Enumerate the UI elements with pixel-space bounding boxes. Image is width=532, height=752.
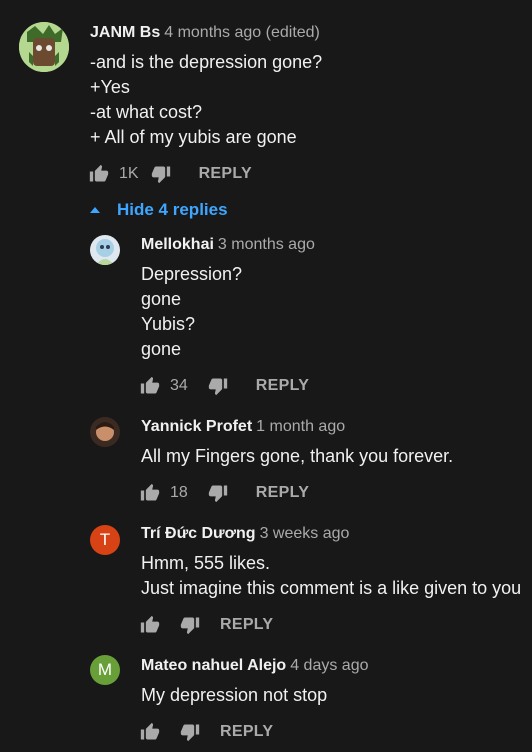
avatar[interactable] (90, 417, 120, 447)
comment-text: -and is the depression gone? +Yes -at wh… (90, 50, 322, 150)
thumbs-down-icon[interactable] (151, 164, 171, 184)
comment-header: JANM Bs 4 months ago (edited) (90, 24, 320, 42)
comment-header: Mellokhai 3 months ago (141, 236, 315, 254)
avatar-letter: T (99, 530, 111, 549)
thumbs-up-icon[interactable] (140, 376, 160, 396)
author-name[interactable]: Trí Đức Dương (141, 525, 256, 542)
timestamp[interactable]: 3 months ago (218, 236, 315, 253)
comment-line: Just imagine this comment is a like give… (141, 578, 522, 598)
like-count: 1K (119, 165, 139, 182)
timestamp[interactable]: 3 weeks ago (260, 525, 350, 542)
thumbs-down-icon[interactable] (180, 722, 200, 742)
comment-line: -at what cost? (90, 102, 203, 122)
comment-text: All my Fingers gone, thank you forever. (141, 444, 453, 469)
reply-button[interactable]: REPLY (220, 616, 273, 634)
thumbs-up-icon[interactable] (140, 722, 160, 742)
avatar-letter: M (97, 660, 113, 679)
reply-button[interactable]: REPLY (220, 723, 273, 741)
comment-actions: 18 REPLY (140, 481, 309, 505)
comment-actions: REPLY (140, 613, 273, 637)
comment-actions: REPLY (140, 720, 273, 744)
thumbs-down-icon[interactable] (208, 483, 228, 503)
author-name[interactable]: Mateo nahuel Alejo (141, 657, 286, 674)
comment-line: Yubis? (141, 314, 196, 334)
comment-line: gone (141, 289, 182, 309)
like-count: 18 (170, 484, 188, 501)
comment-line: All my Fingers gone, thank you forever. (141, 446, 454, 466)
reply-button[interactable]: REPLY (199, 165, 252, 183)
author-name[interactable]: JANM Bs (90, 24, 160, 41)
comment-line: My depression not stop (141, 685, 328, 705)
comment-line: Hmm, 555 likes. (141, 553, 271, 573)
comment-header: Trí Đức Dương 3 weeks ago (141, 525, 349, 543)
comment-line: + All of my yubis are gone (90, 127, 297, 147)
comment-line: -and is the depression gone? (90, 52, 323, 72)
thumbs-up-icon[interactable] (140, 483, 160, 503)
author-name[interactable]: Mellokhai (141, 236, 214, 253)
comment-header: Yannick Profet 1 month ago (141, 418, 345, 436)
avatar[interactable] (19, 22, 69, 72)
avatar[interactable]: M (90, 655, 120, 685)
comment-text: My depression not stop (141, 683, 327, 708)
timestamp[interactable]: 4 days ago (290, 657, 368, 674)
like-count: 34 (170, 377, 188, 394)
thumbs-up-icon[interactable] (89, 164, 109, 184)
avatar[interactable]: T (90, 525, 120, 555)
comment-line: +Yes (90, 77, 130, 97)
comment-text: Depression? gone Yubis? gone (141, 262, 242, 362)
hide-replies-button[interactable]: Hide 4 replies (88, 200, 228, 220)
thumbs-down-icon[interactable] (208, 376, 228, 396)
avatar[interactable] (90, 235, 120, 265)
comment-line: gone (141, 339, 182, 359)
hide-replies-label: Hide 4 replies (117, 200, 228, 219)
comment-header: Mateo nahuel Alejo 4 days ago (141, 657, 368, 675)
reply-button[interactable]: REPLY (256, 377, 309, 395)
comment-line: Depression? (141, 264, 243, 284)
comment-actions: 34 REPLY (140, 374, 309, 398)
thumbs-down-icon[interactable] (180, 615, 200, 635)
thumbs-up-icon[interactable] (140, 615, 160, 635)
caret-up-icon (90, 207, 100, 213)
comment-text: Hmm, 555 likes. Just imagine this commen… (141, 551, 521, 601)
timestamp[interactable]: 1 month ago (256, 418, 345, 435)
comment-actions: 1K REPLY (89, 162, 252, 186)
timestamp[interactable]: 4 months ago (edited) (164, 24, 320, 41)
reply-button[interactable]: REPLY (256, 484, 309, 502)
author-name[interactable]: Yannick Profet (141, 418, 252, 435)
